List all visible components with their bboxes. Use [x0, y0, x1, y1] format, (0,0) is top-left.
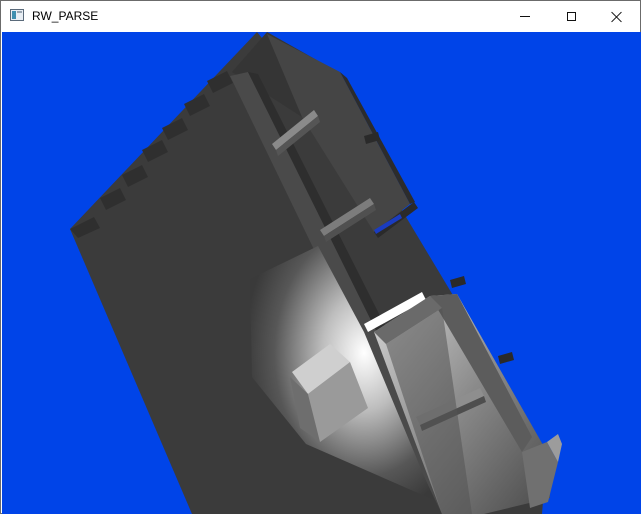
- 3d-model-render: [70, 32, 562, 514]
- maximize-button[interactable]: [548, 1, 594, 32]
- render-viewport[interactable]: [2, 32, 641, 514]
- close-icon: [611, 11, 623, 23]
- maximize-icon: [566, 12, 576, 21]
- app-icon: [10, 9, 24, 21]
- minimize-icon: [520, 16, 530, 17]
- minimize-button[interactable]: [502, 1, 548, 32]
- window-title: RW_PARSE: [32, 9, 99, 23]
- close-button[interactable]: [594, 1, 640, 32]
- app-window: RW_PARSE: [0, 0, 641, 514]
- title-bar[interactable]: RW_PARSE: [1, 1, 640, 32]
